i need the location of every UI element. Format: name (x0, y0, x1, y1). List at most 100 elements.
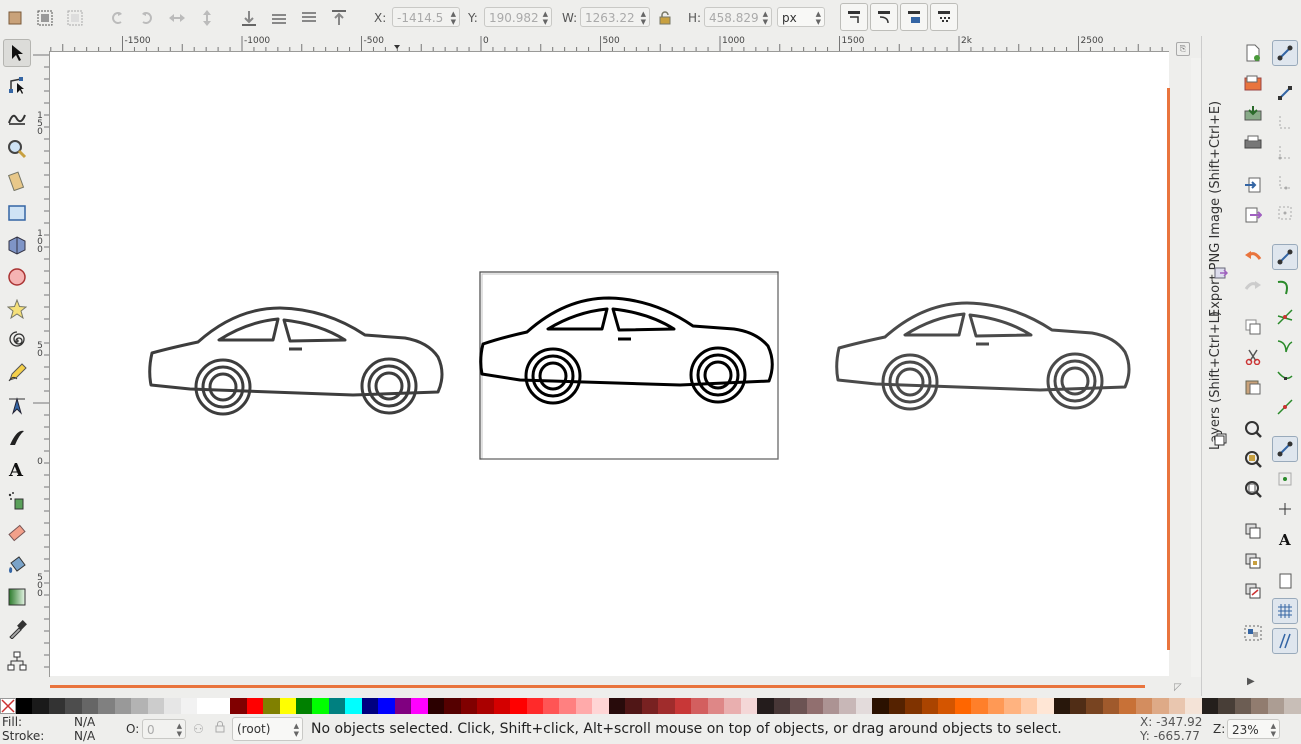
lower-icon[interactable] (270, 9, 288, 27)
lower-to-bottom-icon[interactable] (240, 9, 258, 27)
palette-swatch[interactable] (444, 698, 461, 714)
palette-swatch[interactable] (1201, 698, 1219, 714)
ellipse-tool-icon[interactable] (3, 263, 31, 291)
transform-gradients-toggle[interactable] (900, 3, 928, 31)
palette-swatch[interactable] (263, 698, 280, 714)
palette-swatch[interactable] (1251, 698, 1268, 714)
palette-swatch[interactable] (872, 698, 889, 714)
scale-stroke-toggle[interactable] (840, 3, 868, 31)
palette-swatch[interactable] (48, 698, 66, 714)
palette-swatch[interactable] (246, 698, 264, 714)
w-input[interactable]: 1263.22 ▲ ▼ (580, 7, 650, 27)
palette-swatch[interactable] (295, 698, 313, 714)
snap-text-baseline-icon[interactable]: A (1272, 526, 1298, 552)
pen-tool-icon[interactable] (3, 391, 31, 419)
palette-swatch[interactable] (641, 698, 659, 714)
palette-swatch[interactable] (361, 698, 379, 714)
palette-swatch[interactable] (114, 698, 132, 714)
calligraphy-tool-icon[interactable] (3, 423, 31, 451)
measure-tool-icon[interactable] (3, 167, 31, 195)
rotate-cw-icon[interactable] (138, 9, 156, 27)
palette-swatch[interactable] (1053, 698, 1070, 714)
palette-swatch[interactable] (526, 698, 543, 714)
unlink-clone-icon[interactable] (1242, 580, 1264, 602)
palette-swatch[interactable] (1135, 698, 1153, 714)
text-tool-icon[interactable]: A (3, 455, 31, 483)
palette-swatch[interactable] (954, 698, 972, 714)
palette-swatch[interactable] (1086, 698, 1103, 714)
lock-guides-icon[interactable]: ⎘ (1176, 42, 1190, 56)
select-all-icon[interactable] (6, 9, 24, 27)
palette-swatch[interactable] (345, 698, 362, 714)
palette-swatch[interactable] (147, 698, 165, 714)
save-document-icon[interactable] (1242, 102, 1264, 124)
palette-swatch[interactable] (773, 698, 791, 714)
group-icon[interactable] (1242, 622, 1264, 644)
palette-swatch[interactable] (1020, 698, 1038, 714)
snap-enable-icon[interactable] (1272, 40, 1298, 66)
open-document-icon[interactable] (1242, 72, 1264, 94)
palette-swatch[interactable] (164, 698, 181, 714)
snap-smooth-nodes-icon[interactable] (1272, 364, 1298, 390)
palette-swatch[interactable] (1267, 698, 1285, 714)
palette-swatch[interactable] (971, 698, 988, 714)
palette-swatch[interactable] (658, 698, 675, 714)
palette-swatch[interactable] (938, 698, 955, 714)
print-icon[interactable] (1242, 132, 1264, 154)
palette-swatch[interactable] (543, 698, 560, 714)
palette-swatch[interactable] (888, 698, 906, 714)
copy-icon[interactable] (1242, 316, 1264, 338)
clone-icon[interactable] (1242, 550, 1264, 572)
palette-swatch[interactable] (98, 698, 115, 714)
no-paint-swatch-icon[interactable] (0, 698, 16, 714)
star-tool-icon[interactable] (3, 295, 31, 323)
palette-swatch[interactable] (691, 698, 708, 714)
palette-swatch[interactable] (575, 698, 593, 714)
palette-swatch[interactable] (839, 698, 856, 714)
snap-cusp-nodes-icon[interactable] (1272, 334, 1298, 360)
palette-swatch[interactable] (493, 698, 511, 714)
export-icon[interactable] (1242, 204, 1264, 226)
palette-swatch[interactable] (213, 698, 231, 714)
palette-swatch[interactable] (394, 698, 412, 714)
snap-object-midpoints-icon[interactable] (1272, 466, 1298, 492)
cut-icon[interactable] (1242, 346, 1264, 368)
h-input[interactable]: 458.829 ▲ ▼ (704, 7, 772, 27)
select-all-in-layers-icon[interactable] (36, 9, 54, 27)
palette-swatch[interactable] (32, 698, 49, 714)
palette-swatch[interactable] (510, 698, 527, 714)
undo-icon[interactable] (1242, 246, 1264, 268)
palette-swatch[interactable] (460, 698, 478, 714)
palette-swatch[interactable] (65, 698, 82, 714)
resize-grip-icon[interactable]: ◸ (1174, 682, 1182, 693)
snap-page-border-icon[interactable] (1272, 568, 1298, 594)
palette-swatch[interactable] (131, 698, 148, 714)
3d-box-tool-icon[interactable] (3, 231, 31, 259)
scale-corners-toggle[interactable] (870, 3, 898, 31)
y-input[interactable]: 190.982 ▲ ▼ (484, 7, 552, 27)
x-input[interactable]: -1414.5 ▲ ▼ (392, 7, 460, 27)
palette-swatch[interactable] (180, 698, 198, 714)
palette-swatch[interactable] (1070, 698, 1087, 714)
selector-tool-icon[interactable] (3, 39, 31, 67)
tweak-tool-icon[interactable] (3, 103, 31, 131)
hide-layer-icon[interactable]: ⚇ (193, 722, 204, 736)
palette-swatch[interactable] (921, 698, 939, 714)
raise-icon[interactable] (300, 9, 318, 27)
snap-nodes-icon[interactable] (1272, 244, 1298, 270)
snap-bbox-corners-icon[interactable] (1272, 140, 1298, 166)
flip-horizontal-icon[interactable] (168, 9, 186, 27)
palette-swatch[interactable] (625, 698, 642, 714)
pencil-tool-icon[interactable] (3, 359, 31, 387)
palette-swatch[interactable] (1004, 698, 1021, 714)
palette-swatch[interactable] (16, 698, 33, 714)
snap-line-midpoints-icon[interactable] (1272, 394, 1298, 420)
raise-to-top-icon[interactable] (330, 9, 348, 27)
palette-swatch[interactable] (1119, 698, 1136, 714)
palette-swatch[interactable] (608, 698, 626, 714)
snap-bounding-box-icon[interactable] (1272, 80, 1298, 106)
palette-swatch[interactable] (427, 698, 445, 714)
layer-select[interactable]: (root) ▲ ▼ (232, 717, 303, 741)
rectangle-tool-icon[interactable] (3, 199, 31, 227)
palette-swatch[interactable] (790, 698, 807, 714)
